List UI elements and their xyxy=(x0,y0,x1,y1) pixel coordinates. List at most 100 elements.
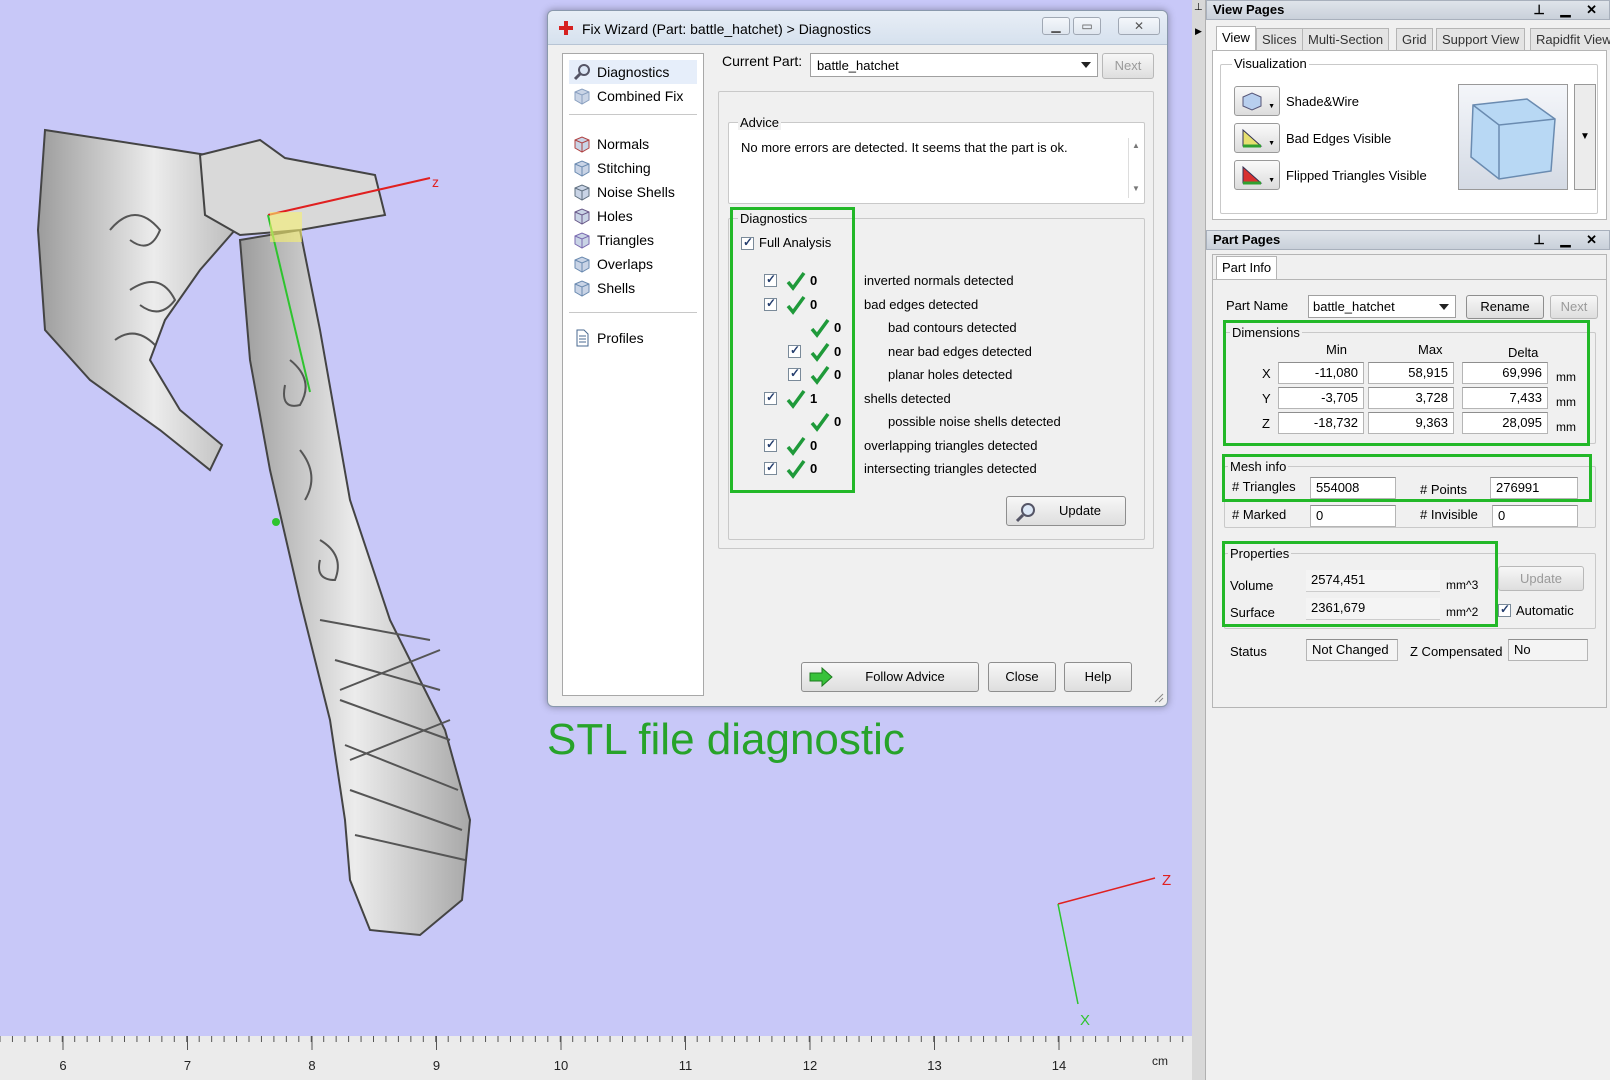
dock-strip[interactable]: ⊥ ▶ xyxy=(1192,0,1206,1080)
row-checkbox[interactable] xyxy=(788,343,801,358)
next-button[interactable]: Next xyxy=(1102,53,1154,79)
part-next-button[interactable]: Next xyxy=(1550,295,1598,319)
dimension-min-field[interactable]: -18,732 xyxy=(1278,412,1364,434)
view-cube-preview[interactable] xyxy=(1458,84,1568,190)
ruler-tick-label: 12 xyxy=(802,1058,818,1073)
green-check-icon xyxy=(810,318,830,338)
row-checkbox[interactable] xyxy=(764,437,777,452)
tab-rapidfit-view[interactable]: Rapidfit View xyxy=(1530,28,1610,50)
dimension-header: Delta xyxy=(1508,345,1539,360)
nav-item-label: Overlaps xyxy=(597,256,654,272)
tab-multi-section[interactable]: Multi-Section xyxy=(1302,28,1390,50)
chevron-down-icon: ▼ xyxy=(1268,140,1275,147)
ruler-tick-label: 13 xyxy=(927,1058,942,1073)
update-button[interactable]: Update xyxy=(1006,496,1126,526)
follow-advice-button[interactable]: Follow Advice xyxy=(801,662,979,692)
nav-item-shells[interactable]: Shells xyxy=(569,276,697,300)
minimize-button[interactable]: ▁ xyxy=(1042,17,1070,35)
panel-controls[interactable]: ⊥ ▁ ✕ xyxy=(1534,231,1603,249)
row-checkbox[interactable] xyxy=(764,272,777,287)
maximize-button[interactable]: ▭ xyxy=(1073,17,1101,35)
row-checkbox[interactable] xyxy=(788,366,801,381)
wizard-title: Fix Wizard (Part: battle_hatchet) > Diag… xyxy=(582,21,872,37)
invisible-label: # Invisible xyxy=(1420,507,1478,522)
corner-axis-z-label: Z xyxy=(1162,872,1172,889)
row-checkbox[interactable] xyxy=(764,296,777,311)
nav-item-label: Stitching xyxy=(597,160,651,176)
nav-item-diagnostics[interactable]: Diagnostics xyxy=(569,60,697,84)
magnifier-icon xyxy=(1015,503,1035,523)
part-pages-title: Part Pages xyxy=(1213,232,1281,247)
tab-support-view[interactable]: Support View xyxy=(1436,28,1526,50)
issue-label: near bad edges detected xyxy=(888,343,1032,359)
resize-grip-icon[interactable] xyxy=(1152,691,1164,703)
ruler-tick-label: 11 xyxy=(678,1058,693,1073)
flipped-triangles-button[interactable]: ▼ xyxy=(1234,160,1280,190)
dimension-max-field[interactable]: 3,728 xyxy=(1368,387,1454,409)
dimension-min-field[interactable]: -3,705 xyxy=(1278,387,1364,409)
caption: STL file diagnostic xyxy=(547,715,905,764)
view-pages-title-bar[interactable]: View Pages ⊥ ▁ ✕ xyxy=(1206,0,1610,20)
nav-item-holes[interactable]: Holes xyxy=(569,204,697,228)
panel-controls[interactable]: ⊥ ▁ ✕ xyxy=(1534,1,1603,19)
view-cube-dropdown[interactable]: ▼ xyxy=(1574,84,1596,190)
wizard-nav: Diagnostics Combined Fix Normals Stitching N… xyxy=(562,53,704,696)
chevron-down-icon: ▼ xyxy=(1580,131,1590,142)
shade-wire-cube-button[interactable]: ▼ xyxy=(1234,86,1280,116)
green-check-icon xyxy=(786,389,806,409)
dimension-max-field[interactable]: 58,915 xyxy=(1368,362,1454,384)
nav-item-overlaps[interactable]: Overlaps xyxy=(569,252,697,276)
status-field: Not Changed xyxy=(1306,639,1398,661)
nav-item-noise-shells[interactable]: Noise Shells xyxy=(569,180,697,204)
corner-axis-x-label: X xyxy=(1080,1012,1091,1029)
visualization-item-label: Bad Edges Visible xyxy=(1286,131,1392,146)
invisible-field[interactable]: 0 xyxy=(1492,505,1578,527)
row-checkbox[interactable] xyxy=(764,460,777,475)
tab-grid[interactable]: Grid xyxy=(1396,28,1433,50)
rename-button[interactable]: Rename xyxy=(1466,295,1544,319)
part-pages-title-bar[interactable]: Part Pages ⊥ ▁ ✕ xyxy=(1206,230,1610,250)
nav-item-stitching[interactable]: Stitching xyxy=(569,156,697,180)
tab-view[interactable]: View xyxy=(1216,26,1256,50)
close-button[interactable]: Close xyxy=(988,662,1056,692)
dimension-min-field[interactable]: -11,080 xyxy=(1278,362,1364,384)
bad-edges-button[interactable]: ▼ xyxy=(1234,123,1280,153)
normals-cube-icon xyxy=(573,135,591,153)
row-checkbox[interactable] xyxy=(764,390,777,405)
arrow-right-icon[interactable]: ▶ xyxy=(1195,26,1202,37)
advice-scrollbar[interactable]: ▲ ▼ xyxy=(1128,138,1142,198)
wizard-title-bar[interactable]: Fix Wizard (Part: battle_hatchet) > Diag… xyxy=(548,11,1167,45)
marked-field[interactable]: 0 xyxy=(1310,505,1396,527)
update-label: Update xyxy=(1059,503,1101,518)
part-name-dropdown[interactable]: battle_hatchet xyxy=(1308,295,1456,318)
pin-icon[interactable]: ⊥ xyxy=(1194,2,1203,13)
issue-label: shells detected xyxy=(864,390,951,406)
dimension-max-field[interactable]: 9,363 xyxy=(1368,412,1454,434)
help-button[interactable]: Help xyxy=(1064,662,1132,692)
properties-update-button[interactable]: Update xyxy=(1498,566,1584,591)
nav-item-label: Profiles xyxy=(597,330,644,346)
current-part-dropdown[interactable]: battle_hatchet xyxy=(810,53,1098,77)
shade-wire-cube-icon xyxy=(1241,91,1263,114)
fix-wizard-window[interactable]: Fix Wizard (Part: battle_hatchet) > Diag… xyxy=(547,10,1168,707)
green-check-icon xyxy=(810,365,830,385)
dimension-delta-field[interactable]: 28,095 xyxy=(1462,412,1548,434)
tab-slices[interactable]: Slices xyxy=(1256,28,1303,50)
axis-label: Y xyxy=(1262,391,1271,406)
green-check-icon xyxy=(786,295,806,315)
nav-item-combined-fix[interactable]: Combined Fix xyxy=(569,84,697,108)
nav-item-profiles[interactable]: Profiles xyxy=(569,326,697,350)
dimension-delta-field[interactable]: 69,996 xyxy=(1462,362,1548,384)
nav-item-normals[interactable]: Normals xyxy=(569,132,697,156)
automatic-label: Automatic xyxy=(1516,603,1574,618)
dimension-delta-field[interactable]: 7,433 xyxy=(1462,387,1548,409)
automatic-checkbox[interactable] xyxy=(1498,602,1511,617)
issue-label: intersecting triangles detected xyxy=(864,461,1037,476)
tab-part-info[interactable]: Part Info xyxy=(1216,256,1278,280)
nav-item-triangles[interactable]: Triangles xyxy=(569,228,697,252)
issue-count: 0 xyxy=(810,461,818,476)
nav-item-label: Triangles xyxy=(597,232,655,248)
close-window-button[interactable]: ✕ xyxy=(1118,17,1160,35)
marked-label: # Marked xyxy=(1232,507,1287,522)
issue-count: 1 xyxy=(810,390,818,406)
